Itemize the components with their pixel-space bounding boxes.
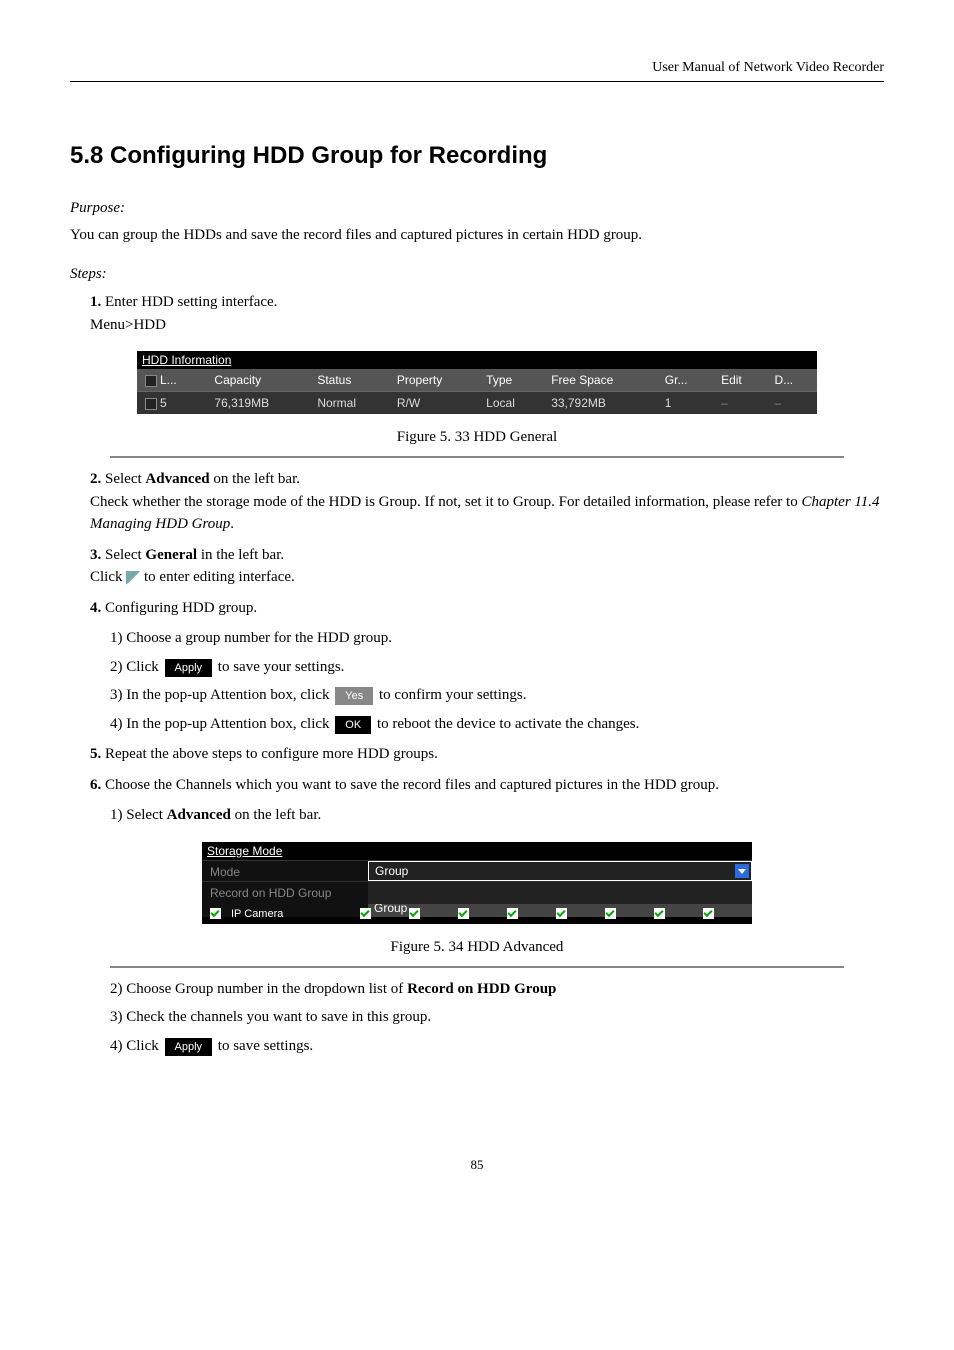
figure-caption-33: Figure 5. 33 HDD General: [70, 429, 884, 446]
hdd-info-title: HDD Information: [137, 351, 817, 369]
section-title: 5.8 Configuring HDD Group for Recording: [70, 142, 884, 170]
step-1: 1. Enter HDD setting interface. Menu>HDD: [90, 291, 884, 336]
purpose-label: Purpose:: [70, 200, 884, 217]
checkbox-d7[interactable]: [654, 908, 665, 919]
page-number: 85: [70, 1157, 884, 1173]
checkbox-d8[interactable]: [703, 908, 714, 919]
chevron-down-icon[interactable]: [735, 864, 749, 878]
edit-icon[interactable]: [126, 571, 140, 585]
mode-label: Mode: [202, 861, 368, 917]
step-4-1: 1) Choose a group number for the HDD gro…: [110, 627, 884, 650]
step-3: 3. Select General in the left bar. Click…: [90, 544, 884, 589]
steps-label: Steps:: [70, 266, 884, 283]
ok-button[interactable]: OK: [335, 716, 371, 734]
step-2: 2. Select Advanced on the left bar. Chec…: [90, 468, 884, 536]
menu-path: Menu>HDD: [90, 317, 166, 333]
dropdown-opt-quota[interactable]: Quota: [368, 881, 752, 899]
storage-title: Storage Mode: [202, 842, 752, 860]
figure-caption-34: Figure 5. 34 HDD Advanced: [70, 939, 884, 956]
checkbox-ipcamera[interactable]: [210, 908, 221, 919]
checkbox-d6[interactable]: [605, 908, 616, 919]
delete-icon[interactable]: –: [774, 396, 781, 410]
step-6: 6. Choose the Channels which you want to…: [90, 774, 884, 797]
yes-button[interactable]: Yes: [335, 687, 373, 705]
hdd-info-table: L... Capacity Status Property Type Free …: [137, 369, 817, 414]
step-6-3: 3) Check the channels you want to save i…: [110, 1006, 884, 1029]
checkbox-d1[interactable]: [360, 908, 371, 919]
step-6-2: 2) Choose Group number in the dropdown l…: [110, 978, 884, 1001]
purpose-text: You can group the HDDs and save the reco…: [70, 225, 884, 246]
step-4-3: 3) In the pop-up Attention box, click Ye…: [110, 684, 884, 707]
step-6-4: 4) Click Apply to save settings.: [110, 1035, 884, 1058]
step-4-4: 4) In the pop-up Attention box, click OK…: [110, 713, 884, 736]
header-divider: [70, 81, 884, 82]
page-header: User Manual of Network Video Recorder: [70, 60, 884, 76]
checkbox-d5[interactable]: [556, 908, 567, 919]
checkbox-d2[interactable]: [409, 908, 420, 919]
hdd-info-panel: HDD Information L... Capacity Status Pro…: [137, 351, 817, 414]
step-5: 5. Repeat the above steps to configure m…: [90, 743, 884, 766]
divider-2: [110, 966, 844, 968]
edit-icon[interactable]: –: [721, 396, 728, 410]
checkbox-all[interactable]: [145, 375, 157, 387]
step-6-1: 1) Select Advanced on the left bar.: [110, 804, 884, 827]
apply-button-2[interactable]: Apply: [165, 1038, 213, 1056]
table-header-row: L... Capacity Status Property Type Free …: [137, 369, 817, 392]
checkbox-row[interactable]: [145, 398, 157, 410]
apply-button[interactable]: Apply: [165, 659, 213, 677]
storage-mode-panel: Storage Mode Mode Group Quota Group Reco…: [202, 842, 752, 924]
step-1-text: Enter HDD setting interface.: [105, 294, 277, 310]
checkbox-d3[interactable]: [458, 908, 469, 919]
step-4-2: 2) Click Apply to save your settings.: [110, 656, 884, 679]
divider: [110, 456, 844, 458]
table-row[interactable]: 5 76,319MB Normal R/W Local 33,792MB 1 –…: [137, 392, 817, 415]
checkbox-d4[interactable]: [507, 908, 518, 919]
step-4: 4. Configuring HDD group.: [90, 597, 884, 620]
